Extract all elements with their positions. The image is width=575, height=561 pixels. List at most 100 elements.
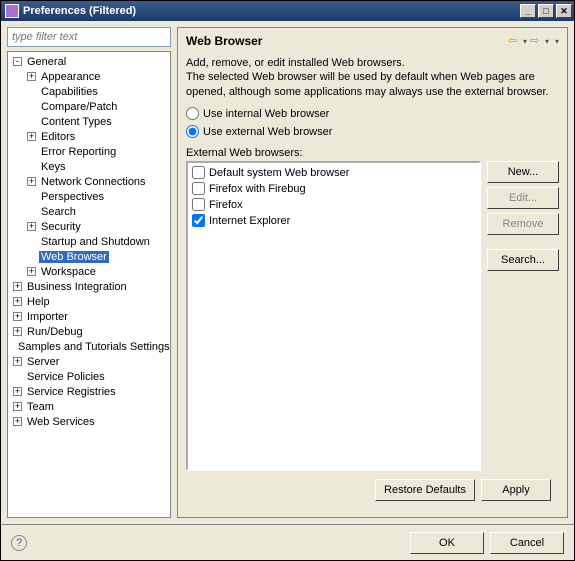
ok-button[interactable]: OK xyxy=(410,532,484,554)
tree-item[interactable]: +Run/Debug xyxy=(8,324,170,339)
tree-item-label: General xyxy=(25,56,68,68)
tree-item-label: Web Services xyxy=(25,416,97,428)
view-menu[interactable]: ▾ xyxy=(555,37,559,46)
expand-icon[interactable]: + xyxy=(27,267,36,276)
prefs-tree[interactable]: -General+AppearanceCapabilities Compare/P… xyxy=(7,51,171,518)
tree-item[interactable]: +Appearance xyxy=(8,69,170,84)
tree-item-label: Service Policies xyxy=(25,371,107,383)
tree-item[interactable]: +Importer xyxy=(8,309,170,324)
tree-item-label: Workspace xyxy=(39,266,98,278)
bottom-bar: ? OK Cancel xyxy=(1,524,574,560)
back-menu[interactable]: ▾ xyxy=(523,37,527,46)
tree-item-label: Run/Debug xyxy=(25,326,85,338)
expand-icon[interactable]: + xyxy=(27,222,36,231)
tree-item-label: Business Integration xyxy=(25,281,129,293)
browser-row[interactable]: Firefox with Firebug xyxy=(190,181,477,197)
browser-checkbox[interactable] xyxy=(192,198,205,211)
tree-item[interactable]: Samples and Tutorials Settings xyxy=(8,339,170,354)
expand-icon[interactable]: + xyxy=(13,282,22,291)
apply-button[interactable]: Apply xyxy=(481,479,551,501)
forward-icon[interactable]: ⇨ xyxy=(530,34,544,48)
tree-item[interactable]: Error Reporting xyxy=(8,144,170,159)
browser-checkbox[interactable] xyxy=(192,166,205,179)
search-button[interactable]: Search... xyxy=(487,249,559,271)
expand-icon[interactable]: + xyxy=(13,387,22,396)
expand-icon[interactable]: + xyxy=(27,132,36,141)
tree-spacer xyxy=(27,162,36,171)
cancel-button[interactable]: Cancel xyxy=(490,532,564,554)
radio-external-input[interactable] xyxy=(186,125,199,138)
tree-item-label: Editors xyxy=(39,131,77,143)
tree-item[interactable]: +Help xyxy=(8,294,170,309)
tree-item[interactable]: Compare/Patch xyxy=(8,99,170,114)
restore-defaults-button[interactable]: Restore Defaults xyxy=(375,479,475,501)
help-icon[interactable]: ? xyxy=(11,535,27,551)
left-pane: -General+AppearanceCapabilities Compare/P… xyxy=(7,27,171,518)
radio-internal-input[interactable] xyxy=(186,107,199,120)
back-icon[interactable]: ⇦ xyxy=(508,34,522,48)
browser-row[interactable]: Firefox xyxy=(190,197,477,213)
remove-button[interactable]: Remove xyxy=(487,213,559,235)
edit-button[interactable]: Edit... xyxy=(487,187,559,209)
expand-icon[interactable]: + xyxy=(27,72,36,81)
tree-item-label: Security xyxy=(39,221,83,233)
tree-item[interactable]: +Editors xyxy=(8,129,170,144)
browser-row[interactable]: Internet Explorer xyxy=(190,213,477,229)
radio-external[interactable]: Use external Web browser xyxy=(186,123,559,141)
expand-icon[interactable]: + xyxy=(13,297,22,306)
tree-item[interactable]: +Server xyxy=(8,354,170,369)
tree-item-label: Startup and Shutdown xyxy=(39,236,152,248)
right-pane: Web Browser ⇦▾ ⇨▾ ▾ Add, remove, or edit… xyxy=(177,27,568,518)
new-button[interactable]: New... xyxy=(487,161,559,183)
tree-item[interactable]: -General xyxy=(8,54,170,69)
tree-spacer xyxy=(27,207,36,216)
browser-checkbox[interactable] xyxy=(192,182,205,195)
tree-item-label: Team xyxy=(25,401,56,413)
tree-item-label: Service Registries xyxy=(25,386,118,398)
tree-item[interactable]: +Service Registries xyxy=(8,384,170,399)
browser-checkbox[interactable] xyxy=(192,214,205,227)
external-browsers-label: External Web browsers: xyxy=(186,147,559,159)
tree-item[interactable]: +Workspace xyxy=(8,264,170,279)
tree-item[interactable]: Startup and Shutdown xyxy=(8,234,170,249)
browser-label: Internet Explorer xyxy=(209,215,290,227)
expand-icon[interactable]: + xyxy=(13,327,22,336)
tree-item[interactable]: Service Policies xyxy=(8,369,170,384)
forward-menu[interactable]: ▾ xyxy=(545,37,549,46)
tree-item[interactable]: +Team xyxy=(8,399,170,414)
tree-item-label: Error Reporting xyxy=(39,146,118,158)
external-browsers-list[interactable]: Default system Web browser Firefox with F… xyxy=(186,161,481,471)
tree-item[interactable]: Content Types xyxy=(8,114,170,129)
tree-item[interactable]: Search xyxy=(8,204,170,219)
tree-item[interactable]: Web Browser xyxy=(8,249,170,264)
tree-item[interactable]: +Security xyxy=(8,219,170,234)
browser-label: Firefox with Firebug xyxy=(209,183,306,195)
maximize-button[interactable]: □ xyxy=(538,4,554,18)
collapse-icon[interactable]: - xyxy=(13,57,22,66)
expand-icon[interactable]: + xyxy=(27,177,36,186)
tree-item-label: Perspectives xyxy=(39,191,106,203)
tree-item[interactable]: Perspectives xyxy=(8,189,170,204)
tree-item[interactable]: Keys xyxy=(8,159,170,174)
tree-spacer xyxy=(27,237,36,246)
tree-item-label: Compare/Patch xyxy=(39,101,119,113)
browser-label: Firefox xyxy=(209,199,243,211)
description: Add, remove, or edit installed Web brows… xyxy=(186,56,559,99)
app-icon xyxy=(5,4,19,18)
tree-item[interactable]: +Network Connections xyxy=(8,174,170,189)
tree-item-label: Help xyxy=(25,296,52,308)
tree-item[interactable]: Capabilities xyxy=(8,84,170,99)
expand-icon[interactable]: + xyxy=(13,417,22,426)
browser-row[interactable]: Default system Web browser xyxy=(190,165,477,181)
window-title: Preferences (Filtered) xyxy=(23,5,518,17)
tree-item[interactable]: +Business Integration xyxy=(8,279,170,294)
close-button[interactable]: ✕ xyxy=(556,4,572,18)
filter-input[interactable] xyxy=(7,27,171,47)
radio-internal[interactable]: Use internal Web browser xyxy=(186,105,559,123)
expand-icon[interactable]: + xyxy=(13,402,22,411)
tree-item[interactable]: +Web Services xyxy=(8,414,170,429)
minimize-button[interactable]: _ xyxy=(520,4,536,18)
tree-item-label: Server xyxy=(25,356,61,368)
expand-icon[interactable]: + xyxy=(13,312,22,321)
expand-icon[interactable]: + xyxy=(13,357,22,366)
